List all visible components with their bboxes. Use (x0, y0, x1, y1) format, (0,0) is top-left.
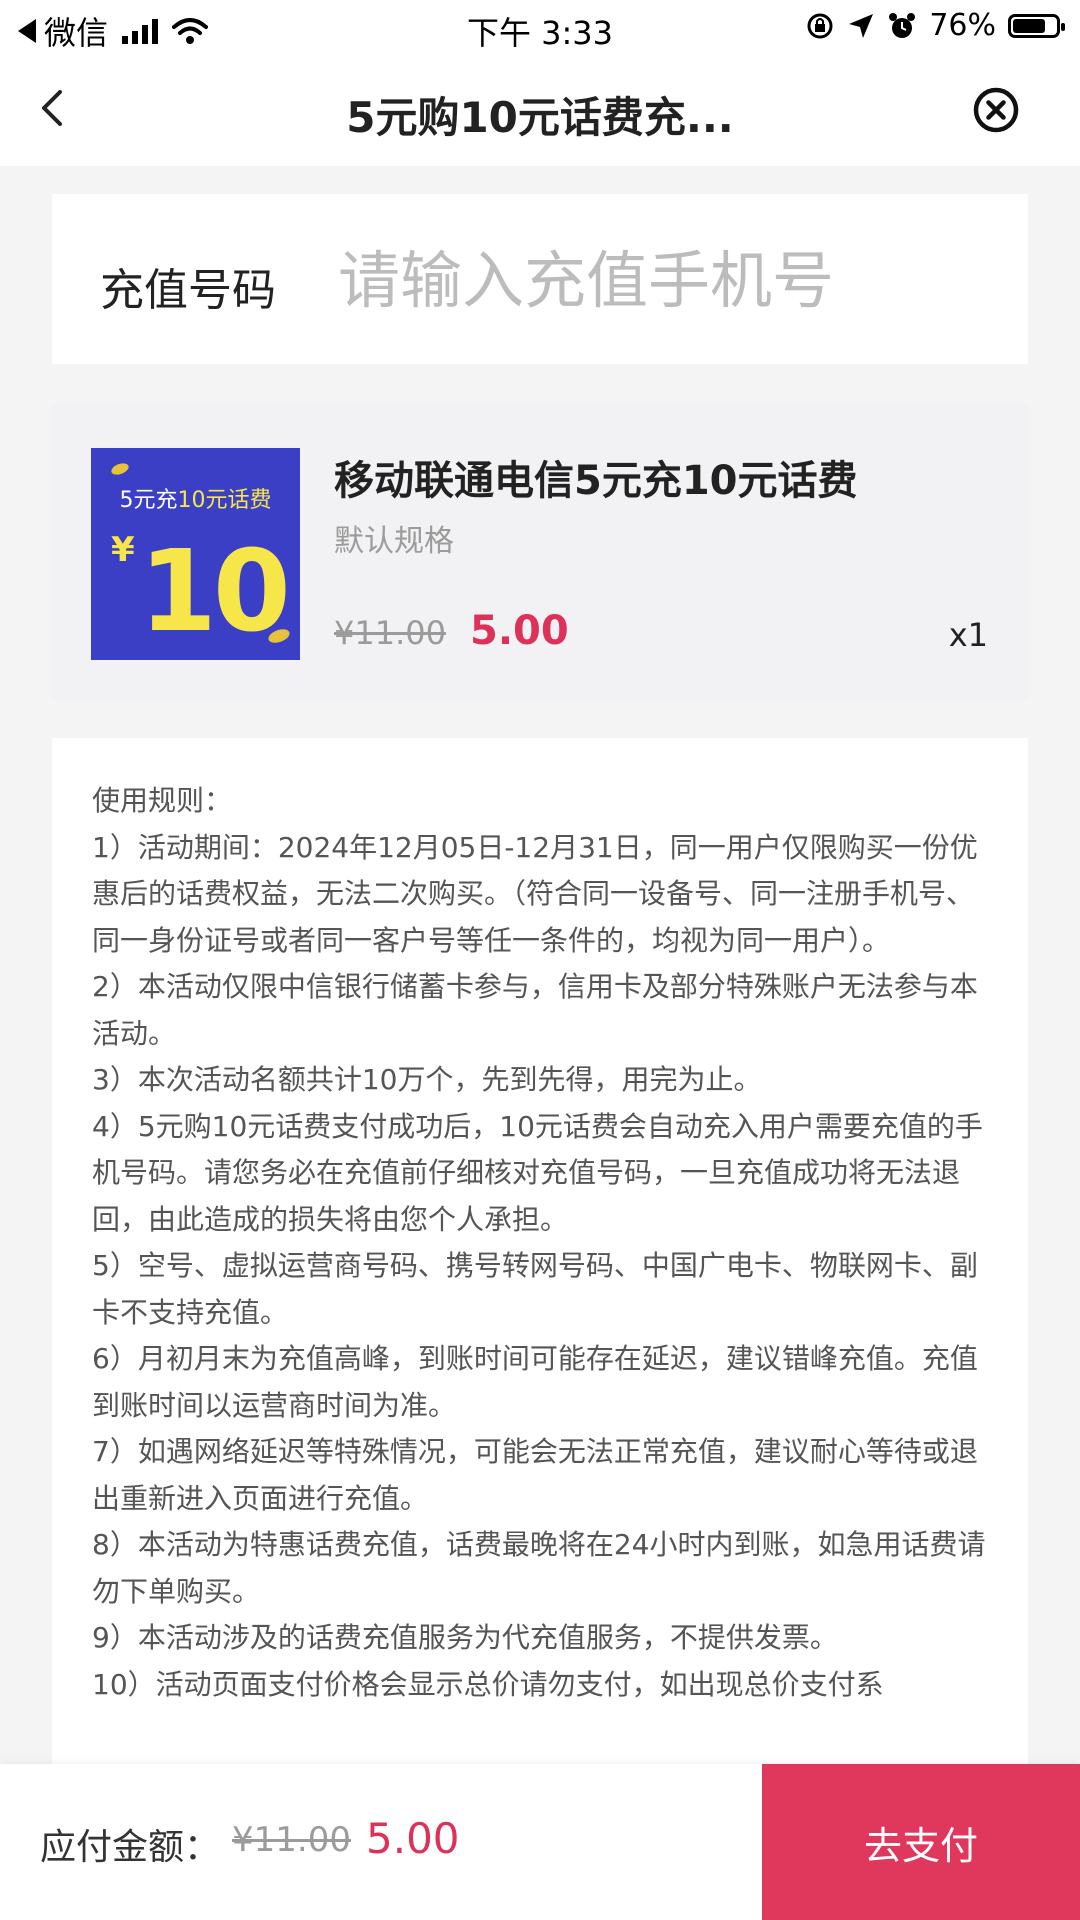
page-title: 5元购10元话费充... (346, 93, 734, 142)
alarm-icon (889, 12, 916, 38)
rule-item: 9）本活动涉及的话费充值服务为代充值服务，不提供发票。 (92, 1621, 838, 1654)
rule-item: 5）空号、虚拟运营商号码、携号转网号码、中国广电卡、物联网卡、副卡不支持充值。 (92, 1249, 978, 1329)
product-title: 移动联通电信5元充10元话费 (334, 458, 858, 504)
location-icon (849, 13, 874, 38)
rule-item: 4）5元购10元话费支付成功后，10元话费会自动充入用户需要充值的手机号码。请您… (92, 1109, 983, 1236)
nav-bar: 5元购10元话费充... (0, 54, 1080, 166)
rules-heading: 使用规则： (92, 784, 233, 817)
original-price: ¥11.00 (334, 614, 446, 652)
status-bar: 微信 下午 3:33 76% (0, 0, 1080, 54)
amount-label: 应付金额： (40, 1827, 221, 1868)
rule-item: 8）本活动为特惠话费充值，话费最晚将在24小时内到账，如急用话费请勿下单购买。 (92, 1528, 986, 1608)
product-image: 5元充10元话费 ¥ 10 (91, 448, 300, 660)
battery-percent: 76% (929, 8, 996, 43)
battery-fill (1013, 18, 1045, 33)
rule-item: 3）本次活动名额共计10万个，先到先得，用完为止。 (92, 1063, 762, 1096)
phone-number-input[interactable] (338, 228, 998, 332)
product-card: 5元充10元话费 ¥ 10 移动联通电信5元充10元话费 默认规格 ¥11.00… (52, 404, 1028, 700)
rules-content: 使用规则： 1）活动期间：2024年12月05日-12月31日，同一用户仅限购买… (92, 778, 988, 1708)
thumb-caption-b: 10元话费 (177, 488, 272, 513)
checkout-footer: 应付金额： ¥11.00 5.00 去支付 (0, 1764, 1080, 1920)
rule-item: 6）月初月末为充值高峰，到账时间可能存在延迟，建议错峰充值。充值到账时间以运营商… (92, 1342, 978, 1422)
status-right: 76% (805, 8, 1065, 43)
coin-decoration (109, 461, 131, 477)
sale-price: 5.00 (470, 608, 569, 654)
thumb-caption: 5元充10元话费 (91, 482, 300, 514)
battery-icon (1008, 13, 1065, 38)
footer-original-price: ¥11.00 (232, 1820, 351, 1860)
rule-item: 2）本活动仅限中信银行储蓄卡参与，信用卡及部分特殊账户无法参与本活动。 (92, 970, 978, 1050)
rule-item: 7）如遇网络延迟等特殊情况，可能会无法正常充值，建议耐心等待或退出重新进入页面进… (92, 1435, 978, 1515)
thumb-number: 10 (139, 527, 291, 657)
rotation-lock-icon (807, 13, 833, 38)
close-circle-icon[interactable] (972, 86, 1020, 134)
phone-label: 充值号码 (100, 265, 276, 316)
rule-item: 1）活动期间：2024年12月05日-12月31日，同一用户仅限购买一份优惠后的… (92, 830, 978, 957)
product-spec: 默认规格 (334, 524, 454, 559)
thumb-yen: ¥ (111, 530, 135, 570)
back-chevron-icon[interactable] (30, 84, 78, 132)
rule-item: 10）活动页面支付价格会显示总价请勿支付，如出现总价支付系 (92, 1667, 884, 1701)
quantity: x1 (948, 616, 988, 654)
phone-input-card: 充值号码 (52, 194, 1028, 364)
rules-card[interactable]: 使用规则： 1）活动期间：2024年12月05日-12月31日，同一用户仅限购买… (52, 738, 1028, 1768)
thumb-caption-a: 5元充 (119, 488, 178, 513)
footer-price: 5.00 (366, 1814, 460, 1863)
pay-button[interactable]: 去支付 (762, 1764, 1080, 1920)
